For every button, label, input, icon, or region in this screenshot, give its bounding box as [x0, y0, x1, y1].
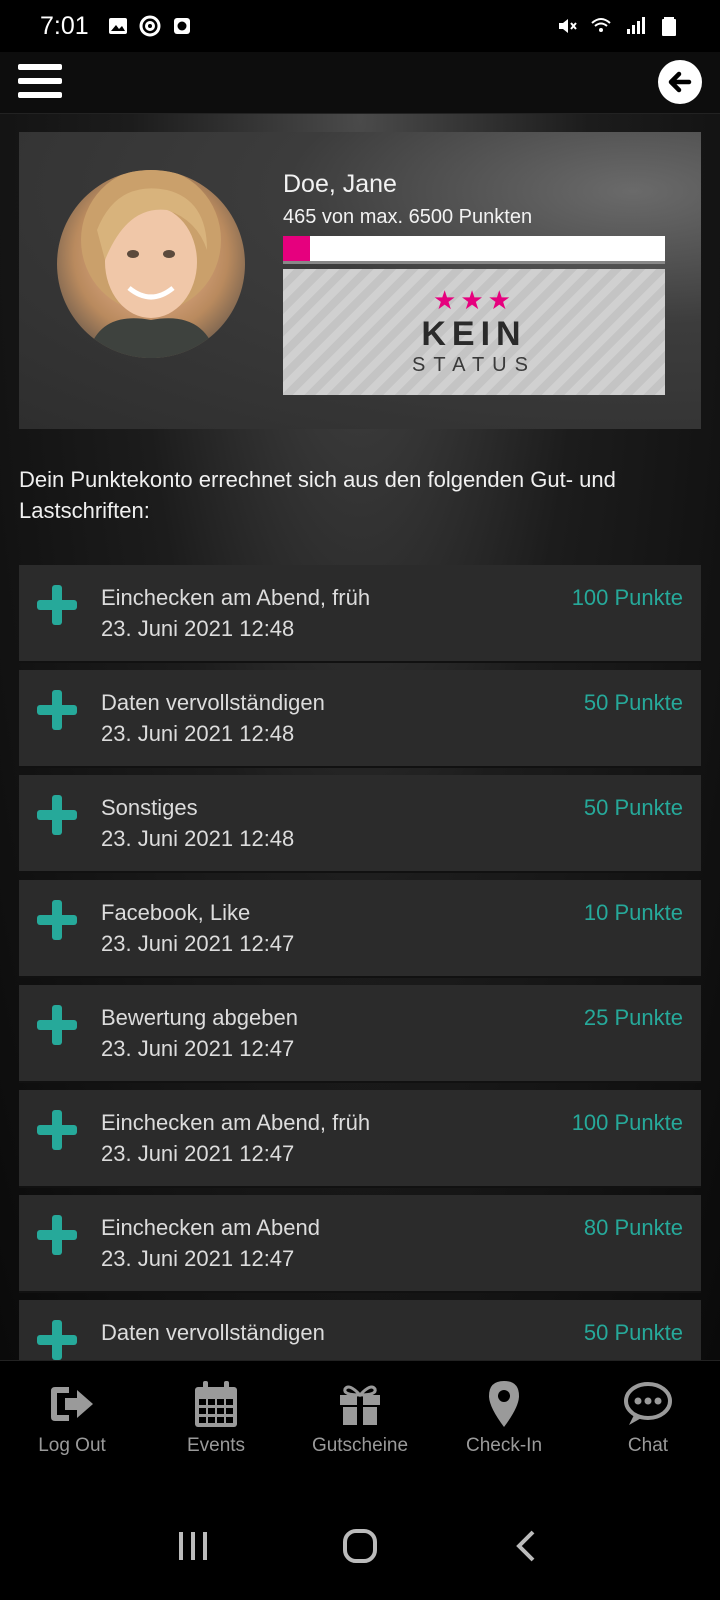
- mute-icon: [559, 19, 577, 33]
- plus-icon: [37, 585, 77, 625]
- list-item[interactable]: Bewertung abgeben 23. Juni 2021 12:47 25…: [19, 985, 701, 1083]
- calendar-icon: [195, 1381, 237, 1427]
- list-item[interactable]: Facebook, Like 23. Juni 2021 12:47 10 Pu…: [19, 880, 701, 978]
- home-icon[interactable]: [340, 1526, 380, 1566]
- plus-icon: [37, 690, 77, 730]
- status-badge-subtitle: STATUS: [412, 354, 536, 376]
- list-item[interactable]: Sonstiges 23. Juni 2021 12:48 50 Punkte: [19, 775, 701, 873]
- list-item[interactable]: Einchecken am Abend 23. Juni 2021 12:47 …: [19, 1195, 701, 1293]
- transaction-date: 23. Juni 2021 12:47: [101, 1246, 295, 1271]
- recent-apps-icon[interactable]: [173, 1526, 213, 1566]
- plus-icon: [37, 1110, 77, 1150]
- transaction-points: 50 Punkte: [583, 690, 683, 715]
- plus-icon: [37, 1320, 77, 1360]
- transaction-title: Einchecken am Abend, früh: [101, 585, 371, 610]
- status-badge-stars: ★★★: [433, 285, 515, 315]
- gift-icon: [340, 1385, 380, 1425]
- plus-icon: [37, 1005, 77, 1045]
- transaction-points: 100 Punkte: [571, 1110, 683, 1135]
- transaction-list: Einchecken am Abend, früh 23. Juni 2021 …: [19, 565, 701, 1360]
- intro-text: Dein Punktekonto errechnet sich aus den …: [19, 467, 616, 523]
- list-item[interactable]: Einchecken am Abend, früh 23. Juni 2021 …: [19, 565, 701, 663]
- transaction-points: 100 Punkte: [571, 585, 683, 610]
- plus-icon: [37, 900, 77, 940]
- transaction-date: 23. Juni 2021 12:47: [101, 931, 295, 956]
- transaction-title: Einchecken am Abend: [101, 1215, 320, 1240]
- nav-chat[interactable]: Chat: [576, 1361, 720, 1492]
- nav-label: Check-In: [465, 1435, 543, 1456]
- transaction-points: 25 Punkte: [583, 1005, 683, 1030]
- avatar: [57, 170, 245, 358]
- transaction-title: Bewertung abgeben: [101, 1005, 298, 1030]
- list-item[interactable]: Einchecken am Abend, früh 23. Juni 2021 …: [19, 1090, 701, 1188]
- list-item[interactable]: Daten vervollständigen 23. Juni 2021 12:…: [19, 670, 701, 768]
- transaction-points: 50 Punkte: [583, 1320, 683, 1345]
- profile-name: Doe, Jane: [283, 170, 397, 198]
- profile-card: Doe, Jane 465 von max. 6500 Punkten ★★★ …: [19, 132, 701, 429]
- nav-events[interactable]: Events: [144, 1361, 288, 1492]
- location-pin-icon: [489, 1381, 519, 1427]
- plus-icon: [37, 1215, 77, 1255]
- transaction-date: 23. Juni 2021 12:47: [101, 1141, 295, 1166]
- signal-icon: [627, 17, 645, 34]
- nav-label: Gutscheine: [311, 1435, 409, 1456]
- transaction-title: Facebook, Like: [101, 900, 251, 925]
- battery-icon: [662, 17, 676, 36]
- image-icon: [108, 18, 127, 34]
- back-button[interactable]: [658, 60, 702, 104]
- main-content: Doe, Jane 465 von max. 6500 Punkten ★★★ …: [0, 114, 720, 1360]
- hamburger-menu-button[interactable]: [18, 64, 62, 102]
- nav-label: Chat: [627, 1435, 669, 1456]
- transaction-title: Einchecken am Abend, früh: [101, 1110, 371, 1135]
- transaction-points: 80 Punkte: [583, 1215, 683, 1240]
- transaction-points: 50 Punkte: [583, 795, 683, 820]
- wifi-icon: [591, 18, 611, 32]
- app-bar: [0, 52, 720, 114]
- at-icon: [139, 15, 161, 37]
- nav-label: Events: [186, 1435, 246, 1456]
- back-arrow-icon: [668, 71, 692, 93]
- status-badge: ★★★ KEIN STATUS: [283, 269, 665, 395]
- nav-checkin[interactable]: Check-In: [432, 1361, 576, 1492]
- nav-label: Log Out: [38, 1435, 106, 1456]
- points-progress-fill: [283, 236, 311, 261]
- transaction-date: 23. Juni 2021 12:48: [101, 826, 295, 851]
- logout-icon: [51, 1387, 93, 1421]
- system-nav-bar: [0, 1492, 720, 1600]
- list-item[interactable]: Daten vervollständigen 50 Punkte: [19, 1300, 701, 1360]
- points-progress-bar: [283, 236, 665, 264]
- bottom-nav: Log Out Events Gutscheine Check-In Chat: [0, 1360, 720, 1492]
- transaction-date: 23. Juni 2021 12:47: [101, 1036, 295, 1061]
- transaction-title: Sonstiges: [101, 795, 198, 820]
- status-bar: 7:01: [0, 0, 720, 52]
- transaction-title: Daten vervollständigen: [101, 1320, 325, 1345]
- transaction-points: 10 Punkte: [583, 900, 683, 925]
- chat-bubble-icon: [624, 1382, 672, 1425]
- status-badge-title: KEIN: [421, 315, 527, 353]
- hamburger-icon: [18, 64, 62, 70]
- avatar-image: [81, 170, 221, 358]
- profile-points: 465 von max. 6500 Punkten: [283, 206, 533, 228]
- status-time: 7:01: [40, 11, 89, 40]
- clock-icon: [173, 18, 190, 34]
- nav-logout[interactable]: Log Out: [0, 1361, 144, 1492]
- nav-gutscheine[interactable]: Gutscheine: [288, 1361, 432, 1492]
- plus-icon: [37, 795, 77, 835]
- system-back-icon[interactable]: [507, 1526, 547, 1566]
- transaction-date: 23. Juni 2021 12:48: [101, 616, 295, 641]
- transaction-title: Daten vervollständigen: [101, 690, 325, 715]
- transaction-date: 23. Juni 2021 12:48: [101, 721, 295, 746]
